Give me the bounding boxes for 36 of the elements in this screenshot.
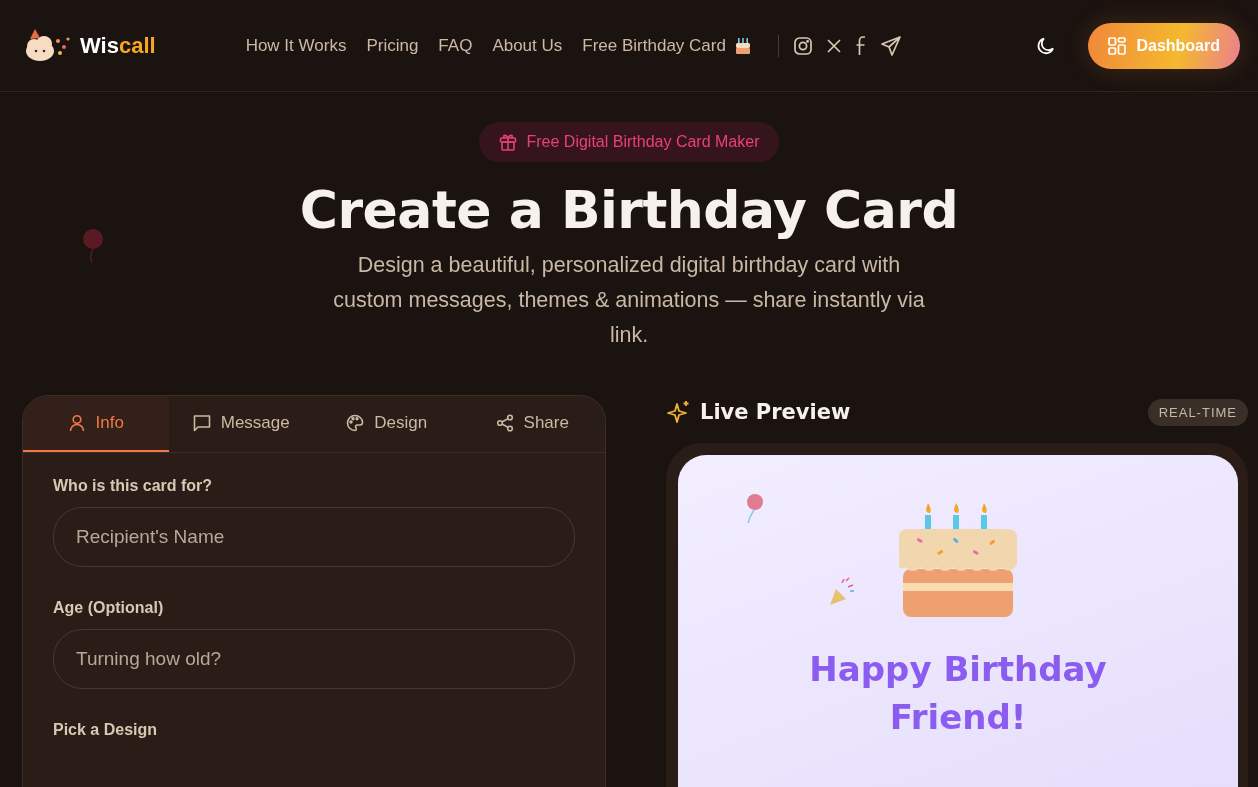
section-label: Pick a Design [53,721,159,739]
input-field[interactable]: Turning how old? [53,629,575,689]
chat-icon [192,414,211,432]
user-icon [67,414,86,432]
card-greeting: Happy Birthday Friend! [808,648,1108,739]
nav-link[interactable]: Pricing [366,35,419,56]
party-popper-icon [828,577,856,607]
editor-tab[interactable]: Share [459,396,605,452]
facebook-icon[interactable] [854,35,867,56]
sparkle-icon [666,399,692,425]
preview-title: Live Preview [700,400,851,424]
gift-icon [498,133,517,151]
grid-icon [1108,36,1127,55]
editor-tab[interactable]: Design [314,396,460,452]
page-title: Create a Birthday Card [299,179,959,242]
field-label: Age (Optional) [53,599,165,617]
instagram-icon[interactable] [792,35,813,56]
balloon-icon [80,228,106,264]
field-label: Who is this card for? [53,477,214,495]
palette-icon [346,414,365,432]
nav-link[interactable]: Free Birthday Card [582,35,752,56]
page-subtitle: Design a beautiful, personalized digital birthday card with custom messages, themes & animations — share instantly via link. [332,252,926,349]
share-icon [495,414,514,432]
hero-badge: Free Digital Birthday Card Maker [478,122,780,162]
editor-tab[interactable]: Message [168,396,314,452]
send-icon[interactable] [880,35,901,56]
cake-icon [733,36,752,55]
nav-link[interactable]: How It Works [245,35,347,56]
brand-logo-text[interactable]: Wiscall [80,32,156,59]
cloud-mascot-icon [24,28,72,63]
nav-link[interactable]: About Us [492,35,563,56]
editor-tab[interactable]: Info [23,396,169,452]
real-time-badge: REAL-TIME [1147,398,1248,426]
x-logo-icon[interactable] [826,38,841,53]
input-field[interactable]: Recipient's Name [53,507,575,567]
nav-link[interactable]: FAQ [438,35,473,56]
